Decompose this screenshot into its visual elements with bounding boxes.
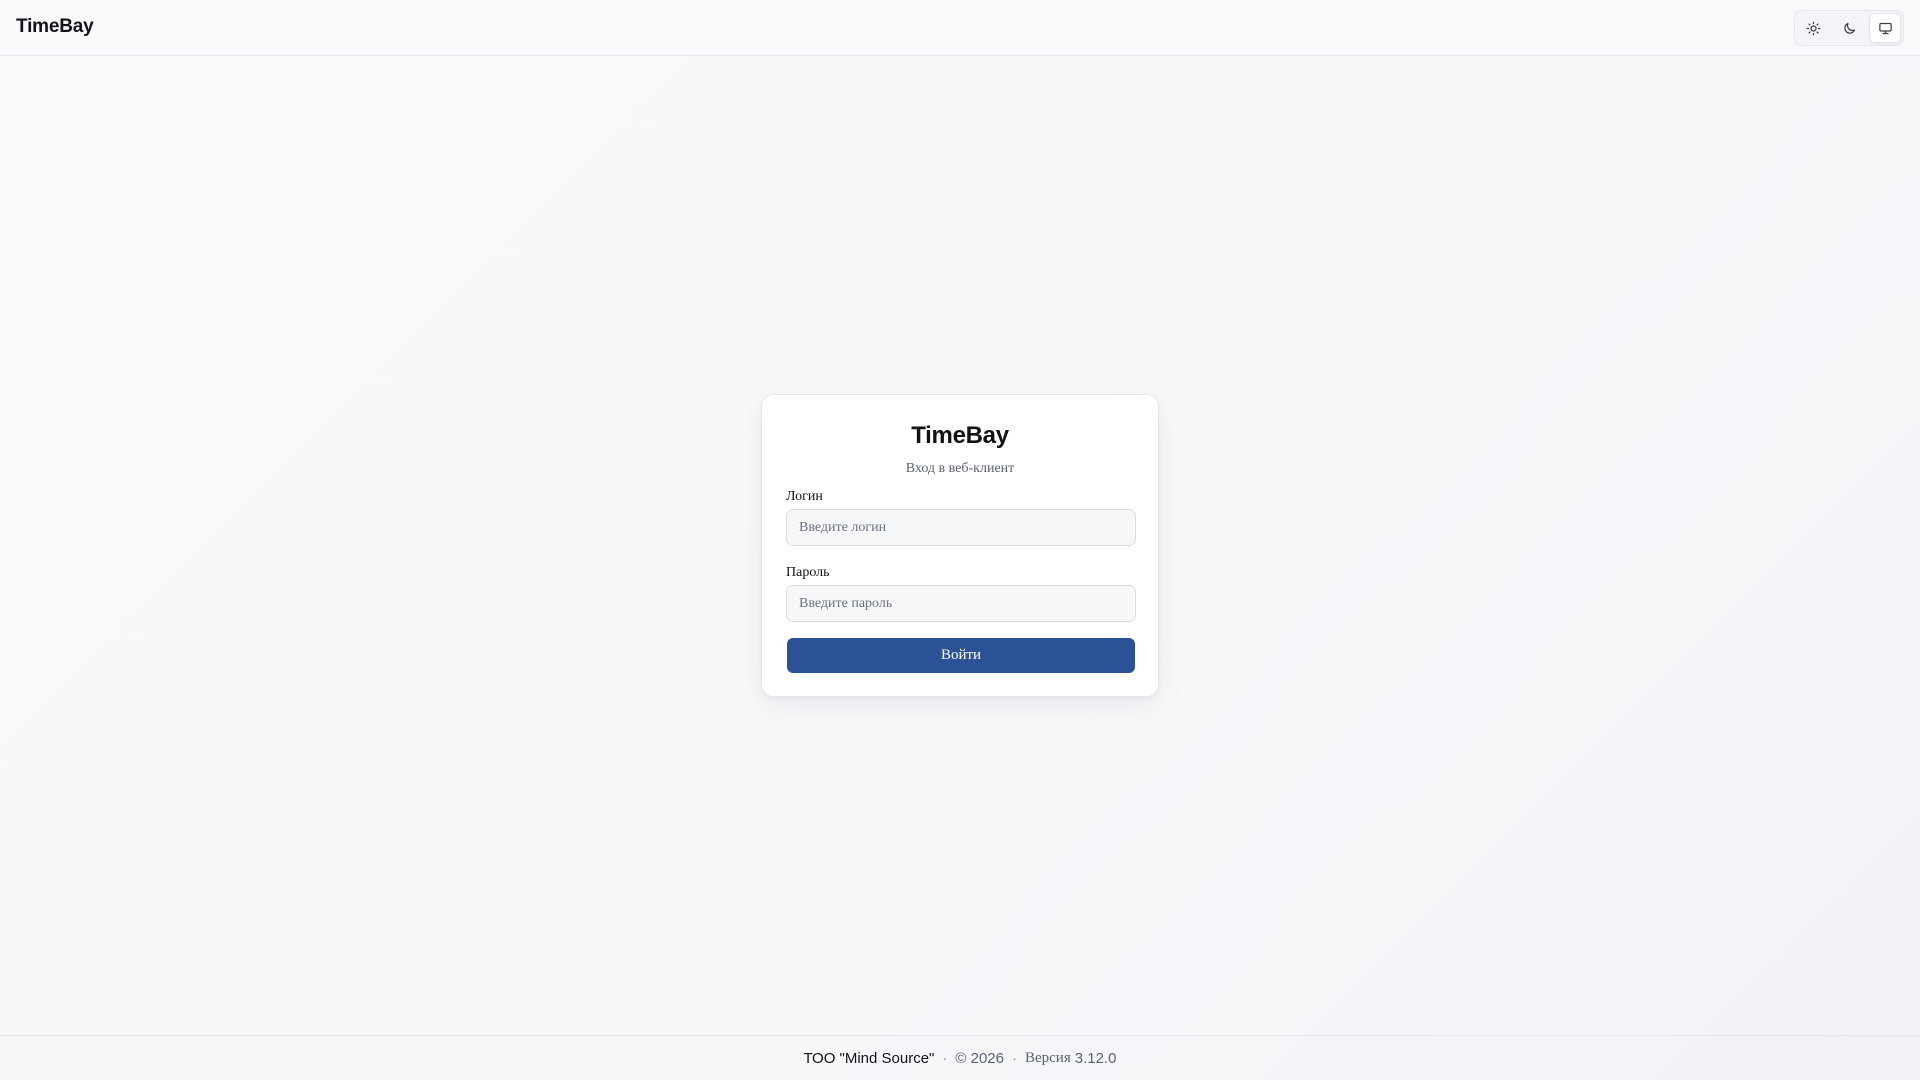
footer-copyright: © 2026: [955, 1049, 1004, 1067]
footer-version-number: 3.12.0: [1074, 1049, 1117, 1067]
login-subtitle: Вход в веб-клиент: [905, 461, 1015, 476]
footer-separator: ·: [942, 1049, 948, 1067]
monitor-icon: [1878, 21, 1893, 36]
theme-dark-button[interactable]: [1833, 13, 1865, 43]
footer: ТОО "Mind Source" · © 2026 · Версия 3.12…: [0, 1035, 1920, 1080]
login-submit-button[interactable]: Войти: [787, 638, 1135, 673]
login-input[interactable]: [786, 509, 1136, 546]
password-input[interactable]: [786, 585, 1136, 622]
login-label: Логин: [786, 489, 823, 504]
login-card: TimeBay Вход в веб-клиент Логин Пароль В…: [761, 394, 1159, 697]
theme-light-button[interactable]: [1797, 13, 1829, 43]
footer-separator: ·: [1011, 1049, 1017, 1067]
top-bar: TimeBay: [0, 0, 1920, 56]
theme-switcher: [1794, 10, 1904, 46]
moon-icon: [1842, 21, 1857, 36]
login-title: TimeBay: [911, 422, 1009, 449]
footer-version-label: Версия: [1024, 1049, 1071, 1066]
password-label: Пароль: [786, 565, 830, 580]
sun-icon: [1806, 21, 1821, 36]
theme-system-button[interactable]: [1869, 13, 1901, 43]
brand-logo[interactable]: TimeBay: [16, 16, 94, 38]
footer-company: ТОО "Mind Source": [803, 1049, 935, 1067]
